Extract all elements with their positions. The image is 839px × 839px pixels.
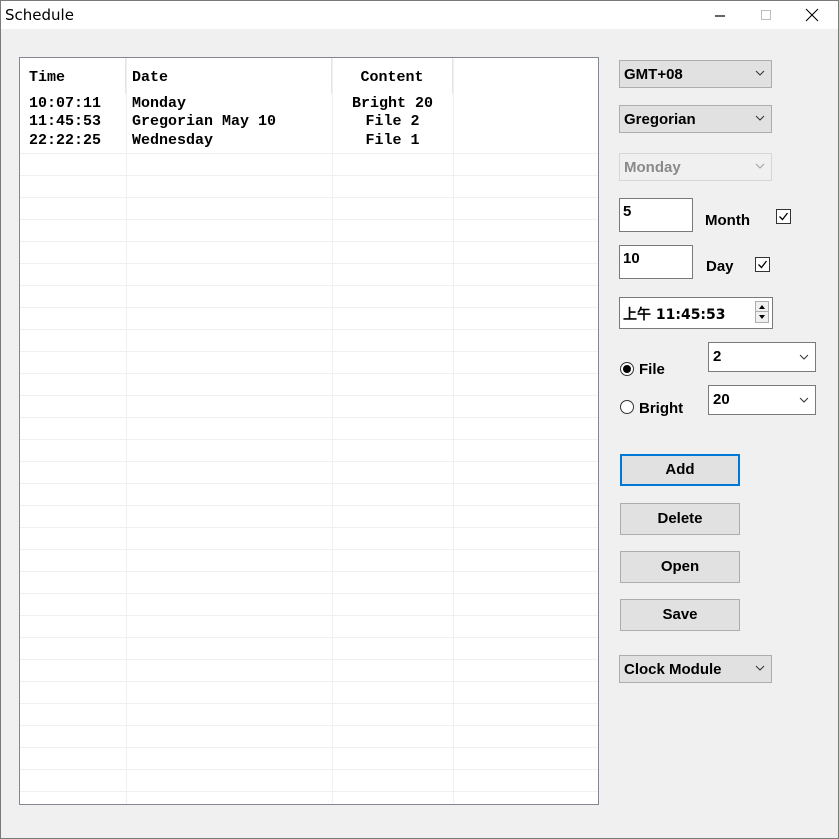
grid-row: [20, 616, 598, 638]
arrow-down-icon: [759, 315, 765, 319]
file-radio[interactable]: [620, 362, 634, 376]
chevron-down-icon: [799, 397, 809, 403]
chevron-down-icon: [755, 163, 765, 169]
window-title: Schedule: [5, 6, 74, 24]
close-icon: [805, 8, 819, 22]
grid-row: [20, 704, 598, 726]
grid-row: [20, 154, 598, 176]
row-1-time[interactable]: 10:07:11: [29, 96, 101, 112]
bright-level-dropdown[interactable]: 20: [708, 385, 816, 415]
time-picker[interactable]: 上午 11:45:53: [619, 297, 773, 329]
row-2-content[interactable]: File 2: [332, 114, 453, 130]
grid-column-line: [332, 58, 333, 804]
grid-row: [20, 286, 598, 308]
grid-row: [20, 506, 598, 528]
grid-row: [20, 770, 598, 792]
row-2-date[interactable]: Gregorian May 10: [132, 114, 276, 130]
row-1-date[interactable]: Monday: [132, 96, 186, 112]
day-input[interactable]: 10: [619, 245, 693, 279]
chevron-down-icon: [755, 70, 765, 76]
grid-row: [20, 440, 598, 462]
column-header-date[interactable]: Date: [126, 58, 332, 94]
grid-row: [20, 176, 598, 198]
day-checkbox[interactable]: [755, 257, 770, 272]
calendar-value: Gregorian: [624, 111, 696, 128]
calendar-dropdown[interactable]: Gregorian: [619, 105, 772, 133]
checkmark-icon: [779, 212, 789, 221]
add-button[interactable]: Add: [620, 454, 740, 486]
grid-row: [20, 484, 598, 506]
list-header: Time Date Content: [20, 58, 598, 94]
grid-row: [20, 198, 598, 220]
spin-down-button[interactable]: [756, 312, 768, 322]
chevron-down-icon: [755, 665, 765, 671]
grid-row: [20, 660, 598, 682]
grid-row: [20, 396, 598, 418]
grid-row: [20, 418, 598, 440]
file-number-value: 2: [713, 348, 722, 365]
grid-row: [20, 462, 598, 484]
time-spinner[interactable]: [755, 301, 769, 323]
grid-row: [20, 638, 598, 660]
row-3-content[interactable]: File 1: [332, 133, 453, 149]
grid-row: [20, 748, 598, 770]
device-value: Clock Module: [624, 661, 722, 678]
row-2-time[interactable]: 11:45:53: [29, 114, 101, 130]
schedule-list[interactable]: Time Date Content 10:07:11 Monday Bright…: [19, 57, 599, 805]
maximize-icon: [761, 10, 771, 20]
grid-row: [20, 594, 598, 616]
device-dropdown[interactable]: Clock Module: [619, 655, 772, 683]
grid-row: [20, 330, 598, 352]
column-header-content[interactable]: Content: [332, 58, 453, 94]
timezone-dropdown[interactable]: GMT+08: [619, 60, 772, 88]
grid-row: [20, 374, 598, 396]
month-label: Month: [705, 212, 750, 229]
maximize-button[interactable]: [743, 1, 789, 29]
month-checkbox[interactable]: [776, 209, 791, 224]
grid-row: [20, 550, 598, 572]
minimize-icon: [715, 15, 725, 17]
minimize-button[interactable]: [697, 1, 743, 29]
grid-row: [20, 528, 598, 550]
weekday-value: Monday: [624, 159, 681, 176]
grid-row: [20, 242, 598, 264]
grid-column-line: [126, 58, 127, 804]
spin-up-button[interactable]: [756, 302, 768, 312]
grid-column-line: [453, 58, 454, 804]
file-label: File: [639, 361, 665, 378]
grid-row: [20, 132, 598, 154]
weekday-dropdown[interactable]: Monday: [619, 153, 772, 181]
grid-row: [20, 726, 598, 748]
bright-label: Bright: [639, 400, 684, 417]
bright-level-value: 20: [713, 391, 730, 408]
time-value: 上午 11:45:53: [623, 307, 726, 323]
timezone-value: GMT+08: [624, 66, 683, 83]
chevron-down-icon: [799, 354, 809, 360]
grid-row: [20, 220, 598, 242]
chevron-down-icon: [755, 115, 765, 121]
grid-row: [20, 308, 598, 330]
column-header-time[interactable]: Time: [20, 58, 126, 94]
file-number-dropdown[interactable]: 2: [708, 342, 816, 372]
grid-row: [20, 572, 598, 594]
row-3-time[interactable]: 22:22:25: [29, 133, 101, 149]
grid-row: [20, 682, 598, 704]
bright-radio[interactable]: [620, 400, 634, 414]
month-input[interactable]: 5: [619, 198, 693, 232]
close-button[interactable]: [789, 1, 835, 29]
grid-row: [20, 352, 598, 374]
delete-button[interactable]: Delete: [620, 503, 740, 535]
checkmark-icon: [758, 260, 768, 269]
title-bar: Schedule: [1, 1, 838, 29]
day-label: Day: [706, 258, 734, 275]
column-header-blank[interactable]: [453, 58, 598, 94]
row-3-date[interactable]: Wednesday: [132, 133, 213, 149]
open-button[interactable]: Open: [620, 551, 740, 583]
grid-row: [20, 264, 598, 286]
arrow-up-icon: [759, 304, 765, 309]
schedule-window: Schedule Time Date Content 10:07:11 Mond…: [0, 0, 839, 839]
row-1-content[interactable]: Bright 20: [332, 96, 453, 112]
save-button[interactable]: Save: [620, 599, 740, 631]
